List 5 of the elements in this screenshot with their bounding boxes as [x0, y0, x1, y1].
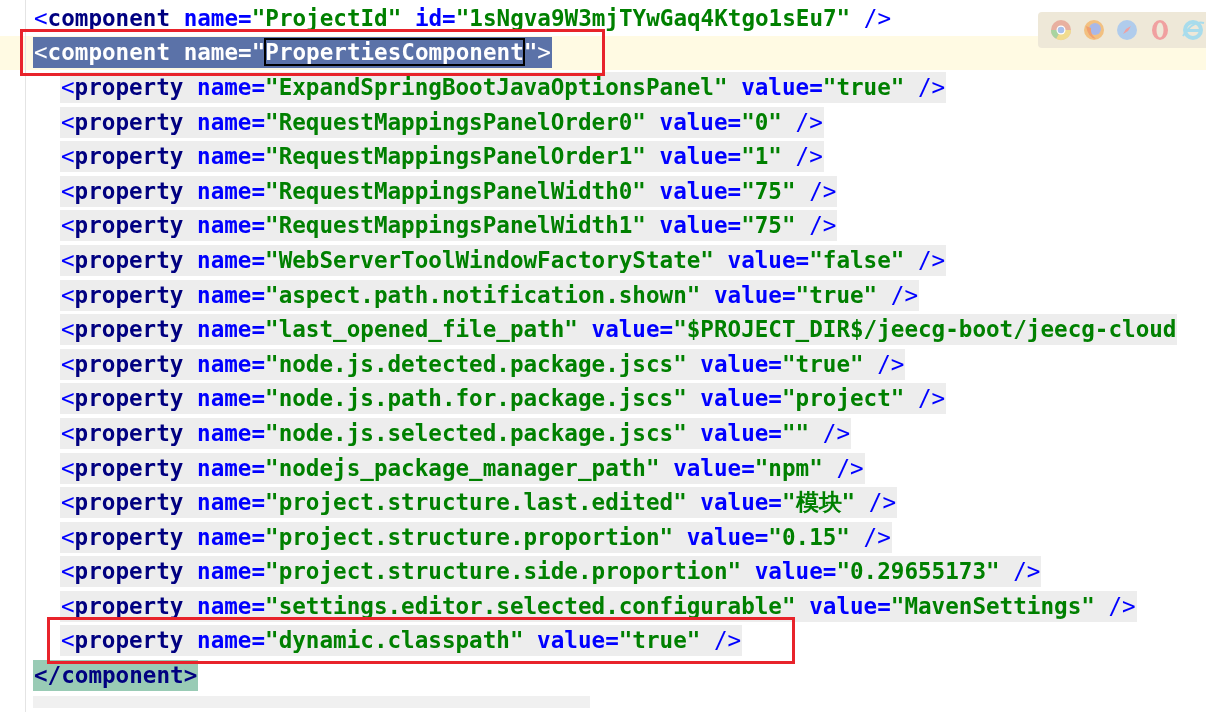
code-line: <component name="ProjectId" id="1sNgva9W3mjTYwGaq4Ktgo1sEu7" /> — [33, 3, 893, 33]
fox-globe-icon[interactable] — [1082, 18, 1106, 42]
chrome-style-icon[interactable] — [1049, 18, 1073, 42]
compass-icon[interactable] — [1115, 18, 1139, 42]
orbit-e-icon[interactable] — [1181, 18, 1205, 42]
